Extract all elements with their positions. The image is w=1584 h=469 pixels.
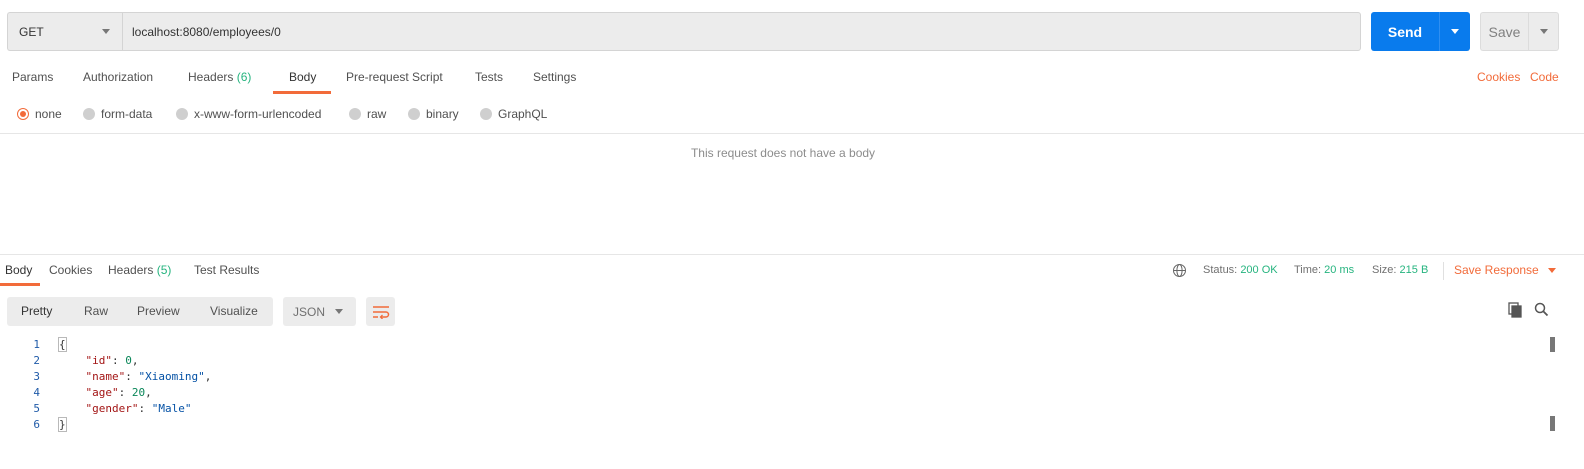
method-select[interactable]: GET — [7, 12, 122, 51]
language-value: JSON — [293, 304, 326, 319]
body-type-form-data[interactable]: form-data — [83, 107, 152, 121]
radio-icon — [408, 108, 420, 120]
line-number: 2 — [33, 353, 40, 367]
code-line: 6 } — [0, 416, 67, 432]
code-line: 2 "id": 0, — [0, 352, 138, 368]
save-button[interactable]: Save — [1480, 12, 1528, 51]
method-value: GET — [19, 24, 44, 39]
separator — [1443, 262, 1444, 280]
code-link[interactable]: Code — [1530, 70, 1559, 84]
open-brace: { — [58, 336, 67, 352]
response-status: Status: 200 OK — [1203, 264, 1278, 276]
radio-icon — [176, 108, 188, 120]
active-tab-indicator — [273, 91, 331, 94]
mode-pretty[interactable]: Pretty — [21, 304, 52, 318]
line-number: 1 — [33, 337, 40, 351]
send-button[interactable]: Send — [1371, 12, 1439, 51]
response-size[interactable]: Size: 215 B — [1372, 264, 1428, 276]
caret-down-icon — [1539, 29, 1548, 34]
save-response-button[interactable]: Save Response — [1454, 263, 1556, 277]
scrollbar-marker[interactable] — [1550, 416, 1555, 431]
body-type-urlencoded[interactable]: x-www-form-urlencoded — [176, 107, 321, 121]
line-number: 3 — [33, 369, 40, 383]
save-options-button[interactable] — [1528, 12, 1559, 51]
close-brace: } — [58, 416, 67, 432]
response-tab-headers[interactable]: Headers (5) — [108, 263, 171, 277]
send-options-button[interactable] — [1439, 12, 1470, 51]
caret-down-icon — [335, 309, 343, 314]
body-type-none[interactable]: none — [17, 107, 62, 121]
mode-visualize[interactable]: Visualize — [210, 304, 258, 318]
response-time[interactable]: Time: 20 ms — [1294, 264, 1354, 276]
code-line: 1 { — [0, 336, 67, 352]
radio-icon — [480, 108, 492, 120]
line-number: 5 — [33, 401, 40, 415]
response-tab-body[interactable]: Body — [5, 263, 32, 277]
code-line: 5 "gender": "Male" — [0, 400, 191, 416]
url-value: localhost:8080/employees/0 — [132, 24, 281, 39]
tab-headers[interactable]: Headers (6) — [188, 70, 251, 84]
radio-icon — [349, 108, 361, 120]
language-select[interactable]: JSON — [283, 297, 356, 326]
copy-icon[interactable] — [1508, 302, 1523, 318]
radio-icon — [83, 108, 95, 120]
tab-tests[interactable]: Tests — [475, 70, 503, 84]
body-type-graphql[interactable]: GraphQL — [480, 107, 547, 121]
active-response-tab-indicator — [0, 283, 40, 286]
caret-down-icon — [1547, 267, 1556, 273]
mode-preview[interactable]: Preview — [137, 304, 180, 318]
search-icon[interactable] — [1534, 302, 1549, 317]
cookies-link[interactable]: Cookies — [1477, 70, 1520, 84]
line-number: 6 — [33, 417, 40, 431]
response-headers-count: (5) — [156, 263, 172, 277]
response-tab-cookies[interactable]: Cookies — [49, 263, 92, 277]
divider — [0, 133, 1584, 134]
pane-divider[interactable] — [0, 254, 1584, 255]
tab-body[interactable]: Body — [289, 70, 316, 84]
wrap-lines-button[interactable] — [366, 297, 395, 326]
caret-down-icon — [1451, 29, 1459, 34]
response-tab-test-results[interactable]: Test Results — [194, 263, 259, 277]
empty-body-message: This request does not have a body — [690, 146, 876, 160]
scrollbar-thumb[interactable] — [1550, 337, 1555, 352]
body-type-binary[interactable]: binary — [408, 107, 459, 121]
code-line: 4 "age": 20, — [0, 384, 151, 400]
tab-params[interactable]: Params — [12, 70, 53, 84]
code-line: 3 "name": "Xiaoming", — [0, 368, 211, 384]
body-type-raw[interactable]: raw — [349, 107, 386, 121]
mode-raw[interactable]: Raw — [84, 304, 108, 318]
line-number: 4 — [33, 385, 40, 399]
radio-selected-icon — [17, 108, 29, 120]
tab-settings[interactable]: Settings — [533, 70, 576, 84]
wrap-lines-icon — [372, 305, 389, 319]
tab-authorization[interactable]: Authorization — [83, 70, 153, 84]
caret-down-icon — [102, 29, 110, 34]
globe-icon[interactable] — [1172, 263, 1187, 278]
tab-pre-request-script[interactable]: Pre-request Script — [346, 70, 443, 84]
url-input[interactable]: localhost:8080/employees/0 — [122, 12, 1361, 51]
headers-count: (6) — [236, 70, 252, 84]
